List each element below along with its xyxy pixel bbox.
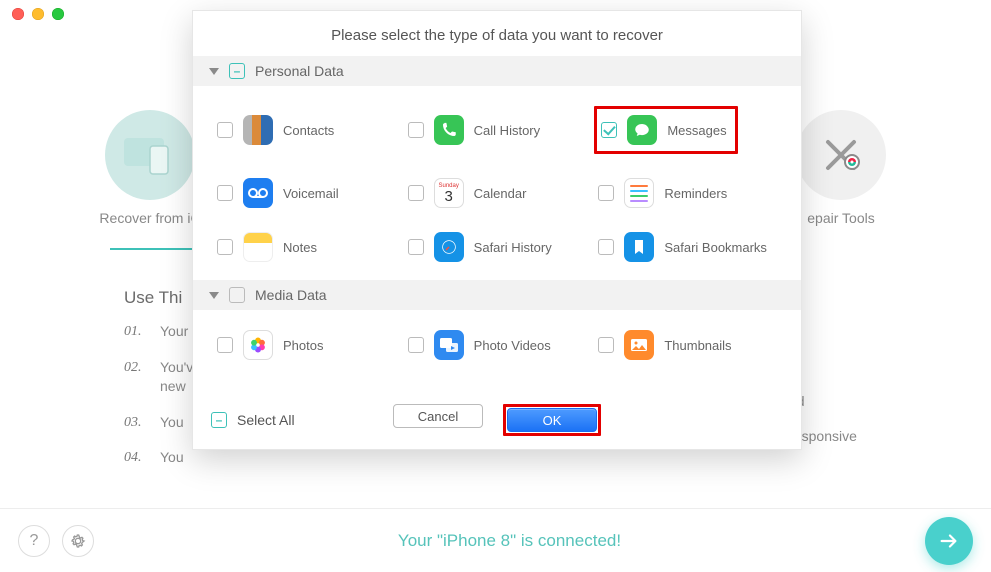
select-all-checkbox[interactable]: – <box>211 412 227 428</box>
photos-icon <box>243 330 273 360</box>
step-text: Your <box>160 322 188 342</box>
data-type-label: Photos <box>283 338 323 353</box>
active-tab-underline <box>110 248 205 250</box>
photo-videos-icon <box>434 330 464 360</box>
data-type-label: Voicemail <box>283 186 339 201</box>
data-type-call-history[interactable]: Call History <box>402 94 593 166</box>
data-type-modal: Please select the type of data you want … <box>192 10 802 450</box>
select-all-toggle[interactable]: – Select All <box>211 412 295 428</box>
data-type-calendar[interactable]: Sunday 3 Calendar <box>402 166 593 220</box>
settings-button[interactable] <box>62 525 94 557</box>
ok-button[interactable]: OK <box>507 408 597 432</box>
data-type-reminders[interactable]: Reminders <box>592 166 783 220</box>
help-button[interactable]: ? <box>18 525 50 557</box>
data-type-label: Safari History <box>474 240 552 255</box>
messages-icon <box>627 115 657 145</box>
data-type-label: Calendar <box>474 186 527 201</box>
bookmark-icon <box>624 232 654 262</box>
gear-icon <box>70 533 86 549</box>
data-type-label: Thumbnails <box>664 338 731 353</box>
step-text: You <box>160 448 184 468</box>
data-type-label: Notes <box>283 240 317 255</box>
data-type-label: Photo Videos <box>474 338 551 353</box>
select-all-label: Select All <box>237 412 295 428</box>
data-type-label: Contacts <box>283 123 334 138</box>
data-type-photo-videos[interactable]: Photo Videos <box>402 318 593 372</box>
step-text: You <box>160 413 184 433</box>
checkbox[interactable] <box>217 185 233 201</box>
calendar-icon: Sunday 3 <box>434 178 464 208</box>
safari-icon <box>434 232 464 262</box>
checkbox[interactable] <box>598 185 614 201</box>
data-type-thumbnails[interactable]: Thumbnails <box>592 318 783 372</box>
section-title: Media Data <box>255 287 327 303</box>
bottom-bar: ? Your "iPhone 8" is connected! <box>0 508 991 572</box>
checkbox[interactable] <box>601 122 617 138</box>
data-type-label: Call History <box>474 123 540 138</box>
step-number: 03. <box>124 413 150 433</box>
data-type-notes[interactable]: Notes <box>211 220 402 274</box>
checkbox[interactable] <box>217 337 233 353</box>
voicemail-icon <box>243 178 273 208</box>
step-number: 04. <box>124 448 150 468</box>
data-type-label: Safari Bookmarks <box>664 240 767 255</box>
checkbox[interactable] <box>598 239 614 255</box>
checkbox[interactable] <box>217 239 233 255</box>
section-checkbox-personal[interactable]: – <box>229 63 245 79</box>
contacts-icon <box>243 115 273 145</box>
reminders-icon <box>624 178 654 208</box>
step-text: You'vnew <box>160 358 193 397</box>
chevron-down-icon <box>209 292 219 299</box>
step-number: 02. <box>124 358 150 397</box>
modal-footer: – Select All Cancel OK <box>193 391 801 449</box>
section-title: Personal Data <box>255 63 344 79</box>
connection-status: Your "iPhone 8" is connected! <box>94 531 925 551</box>
checkbox[interactable] <box>598 337 614 353</box>
arrow-right-icon <box>938 530 960 552</box>
ok-highlight: OK <box>503 404 601 436</box>
checkbox[interactable] <box>408 122 424 138</box>
data-type-safari-bookmarks[interactable]: Safari Bookmarks <box>592 220 783 274</box>
checkbox[interactable] <box>408 337 424 353</box>
section-checkbox-media[interactable] <box>229 287 245 303</box>
checkbox[interactable] <box>408 239 424 255</box>
phone-icon <box>434 115 464 145</box>
notes-icon <box>243 232 273 262</box>
step-number: 01. <box>124 322 150 342</box>
modal-title: Please select the type of data you want … <box>193 11 801 56</box>
section-header-personal[interactable]: – Personal Data <box>193 56 801 86</box>
checkbox[interactable] <box>217 122 233 138</box>
repair-tools-icon <box>796 110 886 200</box>
data-type-messages[interactable]: Messages <box>592 94 783 166</box>
cancel-button[interactable]: Cancel <box>393 404 483 428</box>
data-type-contacts[interactable]: Contacts <box>211 94 402 166</box>
data-type-label: Reminders <box>664 186 727 201</box>
checkbox[interactable] <box>408 185 424 201</box>
thumbnails-icon <box>624 330 654 360</box>
data-type-photos[interactable]: Photos <box>211 318 402 372</box>
data-type-safari-history[interactable]: Safari History <box>402 220 593 274</box>
data-type-voicemail[interactable]: Voicemail <box>211 166 402 220</box>
section-header-media[interactable]: Media Data <box>193 280 801 310</box>
chevron-down-icon <box>209 68 219 75</box>
help-icon: ? <box>30 532 39 550</box>
data-type-label: Messages <box>667 123 726 138</box>
next-button[interactable] <box>925 517 973 565</box>
icloud-devices-icon <box>105 110 195 200</box>
